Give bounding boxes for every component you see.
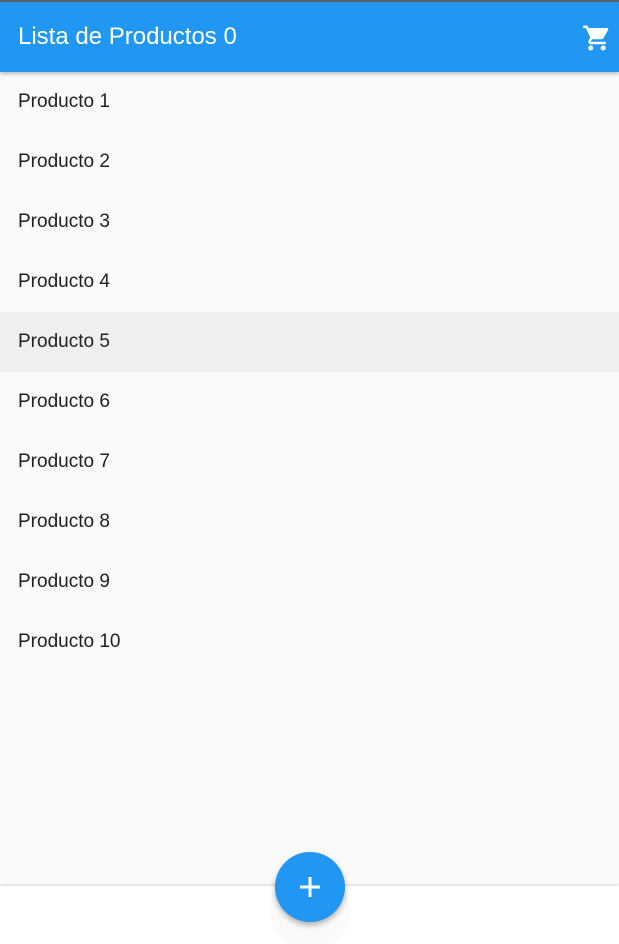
plus-icon	[299, 876, 321, 898]
add-product-button[interactable]	[275, 852, 345, 922]
product-label: Producto 10	[18, 631, 121, 652]
app-screen: Lista de Productos 0 Producto 1 Producto …	[0, 0, 619, 944]
list-item[interactable]: Producto 9	[0, 552, 619, 612]
product-label: Producto 1	[18, 91, 110, 112]
product-label: Producto 3	[18, 211, 110, 232]
product-label: Producto 6	[18, 391, 110, 412]
list-item[interactable]: Producto 7	[0, 432, 619, 492]
list-item[interactable]: Producto 3	[0, 192, 619, 252]
list-item[interactable]: Producto 6	[0, 372, 619, 432]
cart-button[interactable]	[576, 17, 618, 59]
product-label: Producto 8	[18, 511, 110, 532]
product-label: Producto 2	[18, 151, 110, 172]
list-item[interactable]: Producto 1	[0, 72, 619, 132]
product-list: Producto 1 Producto 2 Producto 3 Producto 4…	[0, 72, 619, 672]
app-bar: Lista de Productos 0	[0, 2, 619, 72]
list-item[interactable]: Producto 5	[0, 312, 619, 372]
list-item[interactable]: Producto 4	[0, 252, 619, 312]
list-item[interactable]: Producto 8	[0, 492, 619, 552]
list-item[interactable]: Producto 2	[0, 132, 619, 192]
product-label: Producto 5	[18, 331, 110, 352]
product-label: Producto 7	[18, 451, 110, 472]
list-item[interactable]: Producto 10	[0, 612, 619, 672]
product-label: Producto 4	[18, 271, 110, 292]
page-title: Lista de Productos 0	[18, 23, 237, 50]
shopping-cart-icon	[582, 23, 612, 53]
product-label: Producto 9	[18, 571, 110, 592]
